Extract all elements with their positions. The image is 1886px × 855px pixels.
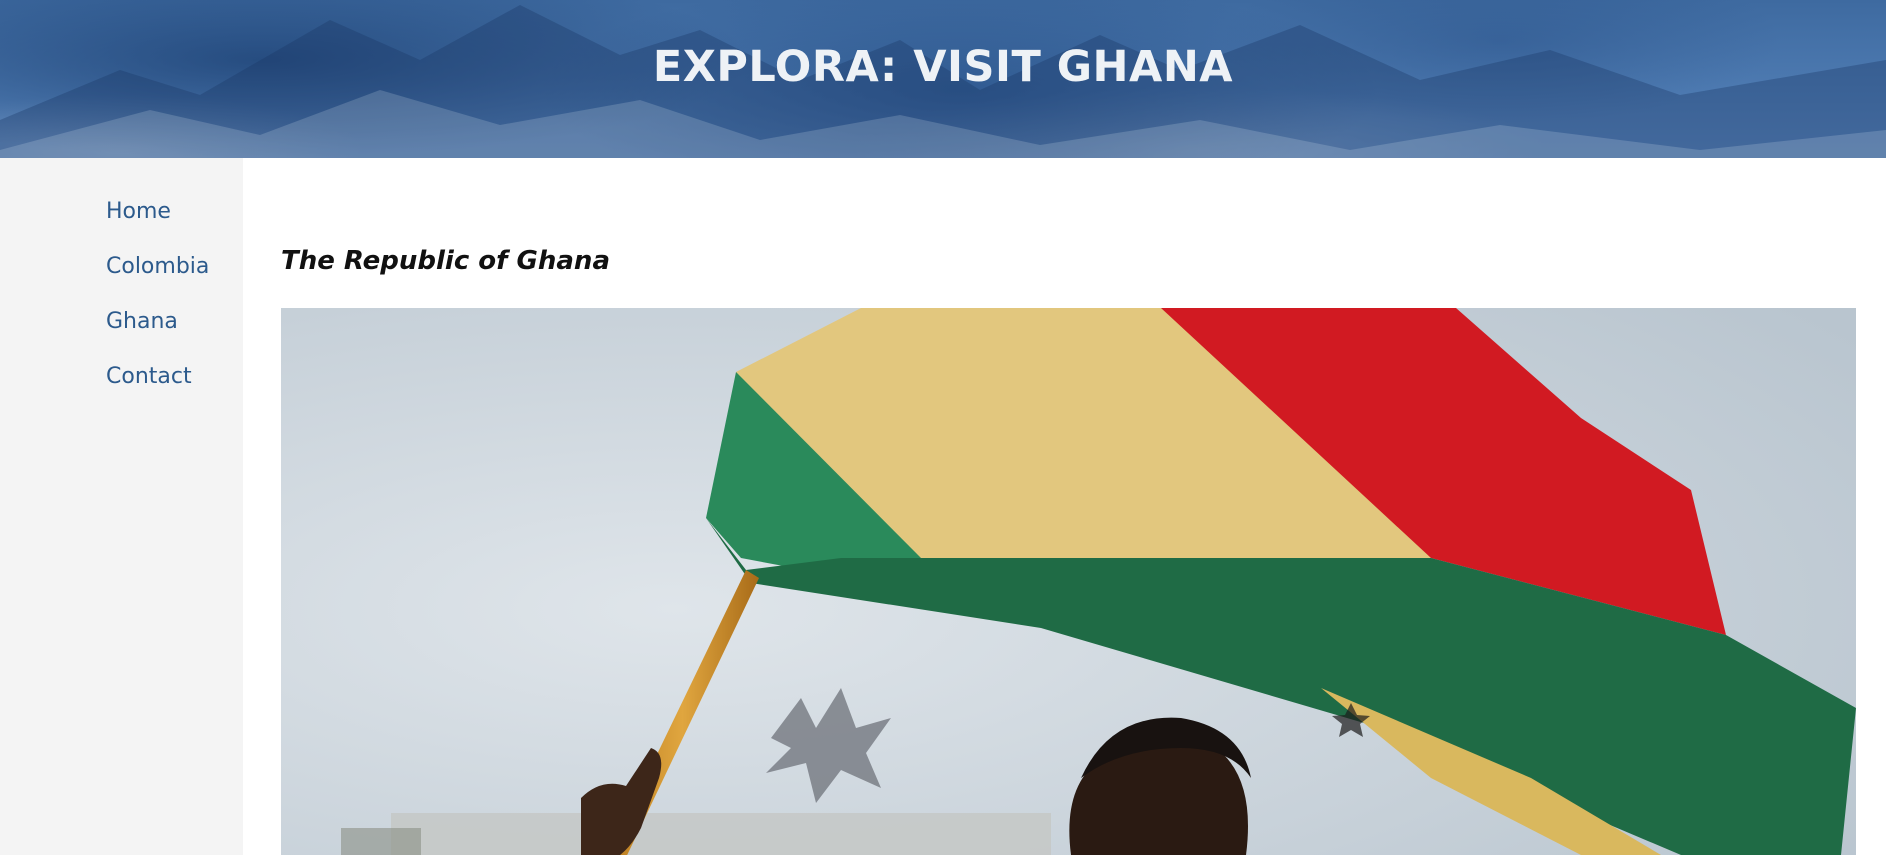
nav-list: Home Colombia Ghana Contact: [106, 194, 209, 414]
nav-item: Home: [106, 194, 209, 249]
nav-link-home[interactable]: Home: [106, 199, 171, 224]
nav-link-contact[interactable]: Contact: [106, 364, 192, 389]
site-title: EXPLORA: VISIT GHANA: [652, 42, 1234, 92]
nav-link-colombia[interactable]: Colombia: [106, 254, 209, 279]
nav-item: Colombia: [106, 249, 209, 304]
ghana-flag-photo: [281, 308, 1856, 855]
page-header: EXPLORA: VISIT GHANA: [0, 0, 1886, 158]
nav-item: Ghana: [106, 304, 209, 359]
sidebar-nav: Home Colombia Ghana Contact: [0, 158, 243, 855]
nav-item: Contact: [106, 359, 209, 414]
page-heading: The Republic of Ghana: [281, 246, 610, 276]
nav-link-ghana[interactable]: Ghana: [106, 309, 178, 334]
